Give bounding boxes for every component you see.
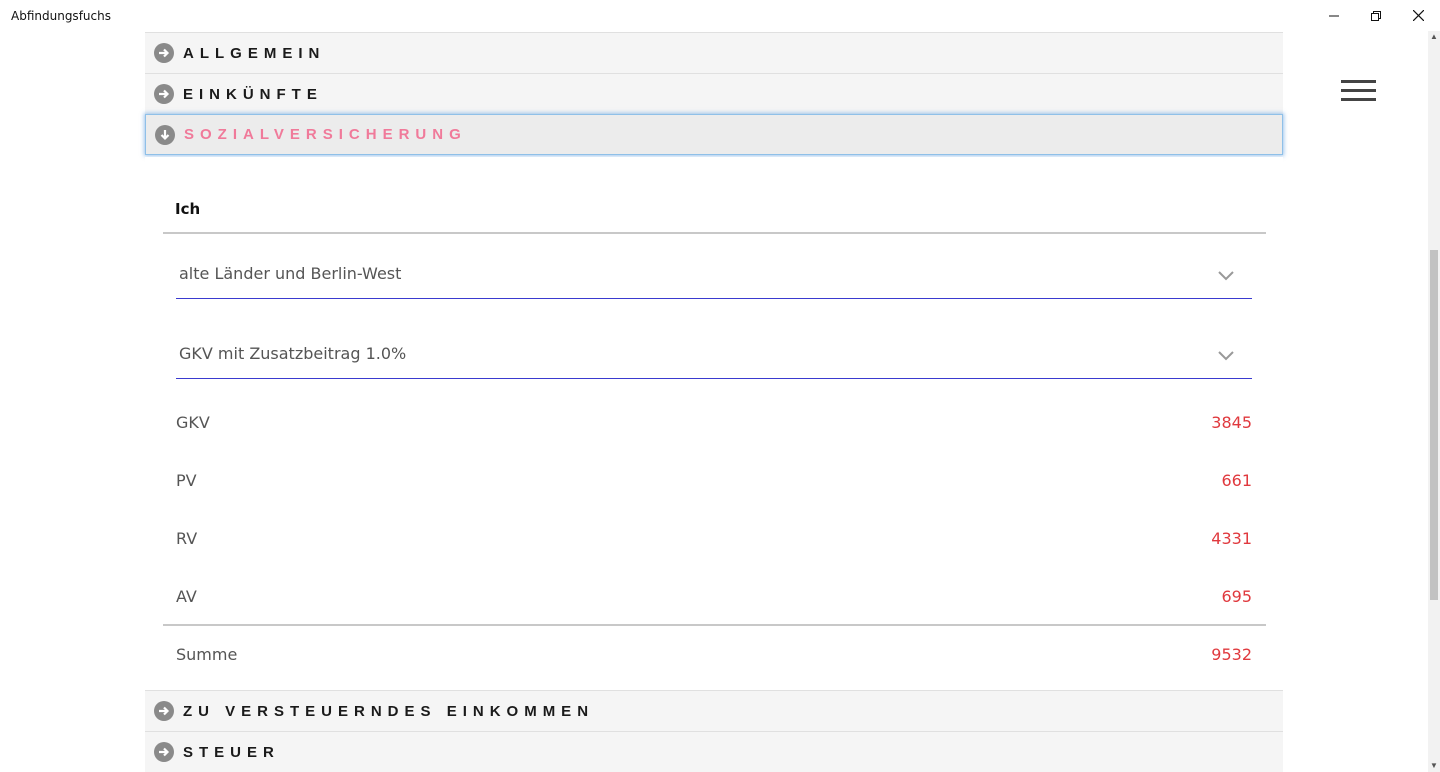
title-bar: Abfindungsfuchs [0, 0, 1440, 31]
section-label: ALLGEMEIN [183, 44, 326, 62]
scroll-up-icon[interactable]: ▲ [1428, 31, 1440, 43]
insurance-select-value: GKV mit Zusatzbeitrag 1.0% [179, 344, 407, 363]
row-label: AV [176, 587, 197, 606]
hamburger-menu-button[interactable] [1341, 80, 1377, 104]
table-row: RV 4331 [176, 524, 1252, 554]
section-label: SOZIALVERSICHERUNG [184, 126, 467, 143]
region-select[interactable]: alte Länder und Berlin-West [176, 253, 1252, 299]
total-value: 9532 [1211, 645, 1252, 664]
divider [163, 624, 1266, 626]
person-subheading: Ich [175, 200, 201, 218]
chevron-down-icon [1218, 351, 1234, 361]
hamburger-menu-icon [1341, 80, 1376, 83]
insurance-select[interactable]: GKV mit Zusatzbeitrag 1.0% [176, 333, 1252, 379]
row-label: RV [176, 529, 198, 548]
section-einkuenfte[interactable]: EINKÜNFTE [145, 73, 1283, 114]
region-select-value: alte Länder und Berlin-West [179, 264, 402, 283]
chevron-down-icon [1218, 271, 1234, 281]
row-value: 3845 [1211, 413, 1252, 432]
arrow-right-circle-icon [154, 701, 174, 721]
total-label: Summe [176, 645, 238, 664]
scroll-down-icon[interactable]: ▼ [1428, 760, 1440, 772]
section-allgemein[interactable]: ALLGEMEIN [145, 32, 1283, 73]
minimize-icon [1329, 15, 1339, 16]
close-icon [1412, 10, 1424, 21]
row-value: 661 [1221, 471, 1252, 490]
close-button[interactable] [1396, 0, 1440, 31]
section-label: STEUER [183, 743, 280, 761]
section-steuer[interactable]: STEUER [145, 731, 1283, 772]
app-title: Abfindungsfuchs [11, 9, 111, 23]
arrow-down-circle-icon [155, 124, 175, 145]
section-label: EINKÜNFTE [183, 85, 323, 103]
restore-button[interactable] [1354, 0, 1398, 31]
section-sozialversicherung[interactable]: SOZIALVERSICHERUNG [145, 114, 1283, 155]
accordion-top: ALLGEMEIN EINKÜNFTE SOZIALVERSICHERUNG [145, 32, 1283, 155]
sozialversicherung-panel: Ich alte Länder und Berlin-West GKV mit … [145, 157, 1283, 690]
total-row: Summe 9532 [176, 640, 1252, 670]
row-value: 4331 [1211, 529, 1252, 548]
arrow-right-circle-icon [154, 84, 174, 104]
row-label: PV [176, 471, 197, 490]
minimize-button[interactable] [1312, 0, 1356, 31]
arrow-right-circle-icon [154, 43, 174, 63]
restore-icon [1371, 10, 1381, 21]
row-label: GKV [176, 413, 210, 432]
row-value: 695 [1221, 587, 1252, 606]
table-row: PV 661 [176, 466, 1252, 496]
arrow-right-circle-icon [154, 742, 174, 762]
section-label: ZU VERSTEUERNDES EINKOMMEN [183, 702, 595, 720]
vertical-scrollbar[interactable]: ▲ ▼ [1428, 31, 1440, 772]
table-row: GKV 3845 [176, 408, 1252, 438]
divider [163, 232, 1266, 234]
table-row: AV 695 [176, 582, 1252, 612]
scrollbar-thumb[interactable] [1430, 250, 1438, 600]
accordion-bottom: ZU VERSTEUERNDES EINKOMMEN STEUER [145, 690, 1283, 772]
section-zu-versteuerndes-einkommen[interactable]: ZU VERSTEUERNDES EINKOMMEN [145, 690, 1283, 731]
